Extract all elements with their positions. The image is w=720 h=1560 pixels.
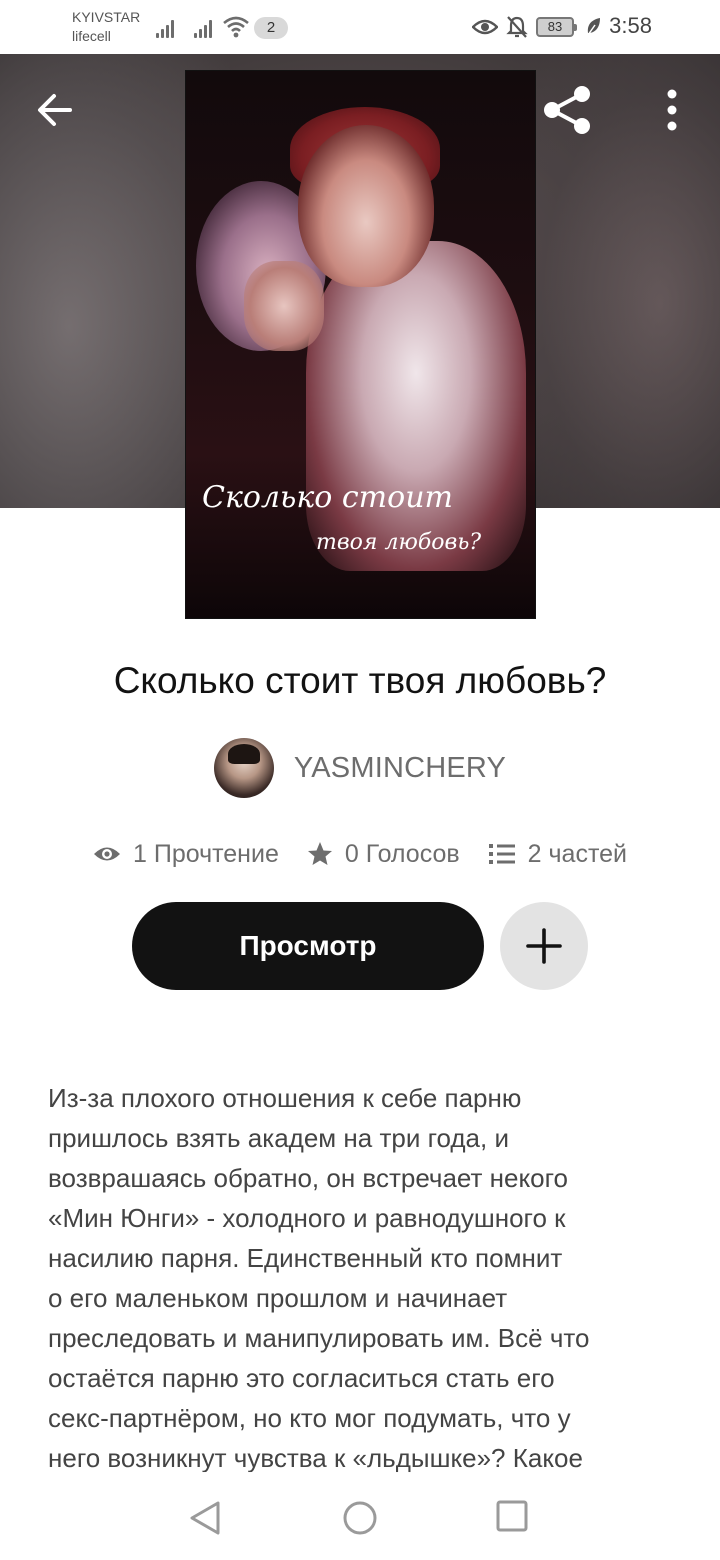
votes-label: 0 Голосов — [344, 839, 460, 868]
eye-icon — [94, 847, 120, 861]
more-vert-icon[interactable] — [656, 84, 688, 136]
author-name[interactable]: YASMINCHERY — [294, 752, 506, 785]
status-bar: KYIVSTAR lifecell 2 83 3:58 — [0, 0, 720, 54]
mute-icon — [506, 16, 528, 38]
system-nav-bar — [0, 1472, 720, 1560]
list-icon — [488, 844, 515, 864]
cover-script-line-1: Сколько стоит — [202, 480, 453, 515]
parts-label: 2 частей — [527, 839, 627, 868]
read-button[interactable]: Просмотр — [132, 902, 484, 990]
battery-icon: 83 — [536, 17, 577, 37]
add-to-library-button[interactable] — [500, 902, 588, 990]
reads-stat: 1 Прочтение — [93, 840, 279, 869]
parts-stat: 2 частей — [488, 840, 627, 869]
carrier-2: lifecell — [72, 28, 111, 44]
story-stats: 1 Прочтение 0 Голосов 2 частей — [0, 832, 720, 876]
nav-home-icon[interactable] — [340, 1498, 380, 1538]
avatar[interactable] — [213, 738, 274, 798]
cover-title-script: Сколько стоит твоя любовь? — [202, 480, 481, 555]
story-description: Из-за плохого отношения к себе парню при… — [48, 1083, 590, 1473]
cover-script-line-2: твоя любовь? — [316, 530, 481, 555]
book-cover[interactable]: Сколько стоит твоя любовь? — [185, 70, 536, 619]
carrier-1: KYIVSTAR — [72, 9, 141, 25]
nav-recent-apps-icon[interactable] — [494, 1498, 530, 1534]
star-icon — [307, 842, 332, 865]
back-arrow-icon[interactable] — [30, 86, 82, 134]
carrier-labels: KYIVSTAR lifecell — [72, 8, 140, 46]
nav-back-icon[interactable] — [186, 1498, 226, 1538]
signal-icon — [194, 14, 216, 38]
wifi-icon — [223, 16, 249, 38]
share-icon[interactable] — [540, 84, 596, 136]
signal-icon — [156, 14, 178, 38]
story-title: Сколько стоит твоя любовь? — [113, 660, 607, 701]
sim-badge: 2 — [254, 17, 288, 39]
clock: 3:58 — [609, 13, 652, 38]
cover-art-figure — [244, 261, 324, 351]
plus-icon — [526, 928, 562, 964]
leaf-icon — [587, 18, 600, 36]
status-right-icons: 83 — [472, 12, 602, 42]
cover-art-figure — [298, 125, 434, 287]
author-row[interactable]: YASMINCHERY — [0, 738, 720, 798]
reads-label: 1 Прочтение — [133, 839, 279, 868]
votes-stat: 0 Голосов — [307, 840, 460, 869]
eye-icon — [472, 19, 498, 35]
